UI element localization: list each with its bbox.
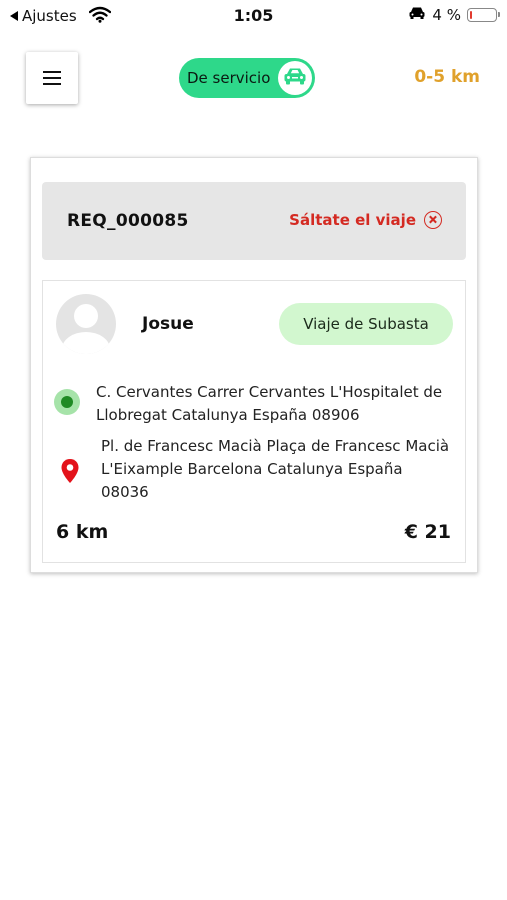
request-header: REQ_000085 Sáltate el viaje <box>42 182 466 260</box>
user-avatar-icon <box>56 294 116 354</box>
distance-range[interactable]: 0-5 km <box>414 67 480 87</box>
service-status-toggle[interactable]: De servicio <box>179 58 315 98</box>
trip-price: € 21 <box>404 521 451 543</box>
trip-request-card: REQ_000085 Sáltate el viaje Josue Viaje … <box>30 157 478 573</box>
request-id: REQ_000085 <box>67 211 189 231</box>
car-icon <box>408 6 426 24</box>
battery-icon <box>467 8 500 22</box>
menu-button[interactable] <box>26 52 78 104</box>
skip-trip-button[interactable]: Sáltate el viaje <box>289 211 442 229</box>
origin-dot-icon <box>54 389 80 415</box>
trip-distance: 6 km <box>56 521 109 543</box>
battery-percent: 4 % <box>432 6 461 24</box>
status-bar: Ajustes 1:05 4 % <box>0 0 507 30</box>
service-toggle-knob <box>278 61 312 95</box>
trip-type-badge: Viaje de Subasta <box>279 303 453 345</box>
skip-trip-label: Sáltate el viaje <box>289 211 416 229</box>
status-right: 4 % <box>408 6 500 24</box>
car-icon <box>282 66 308 90</box>
rider-name: Josue <box>142 314 194 334</box>
origin-address: C. Cervantes Carrer Cervantes L'Hospital… <box>96 383 443 424</box>
service-status-label: De servicio <box>187 69 271 87</box>
location-pin-icon <box>60 458 80 488</box>
trip-details[interactable]: Josue Viaje de Subasta C. Cervantes Carr… <box>42 280 466 563</box>
hamburger-menu-icon <box>43 71 61 73</box>
destination-address: Pl. de Francesc Macià Plaça de Francesc … <box>101 437 450 501</box>
close-circle-icon <box>424 211 442 229</box>
